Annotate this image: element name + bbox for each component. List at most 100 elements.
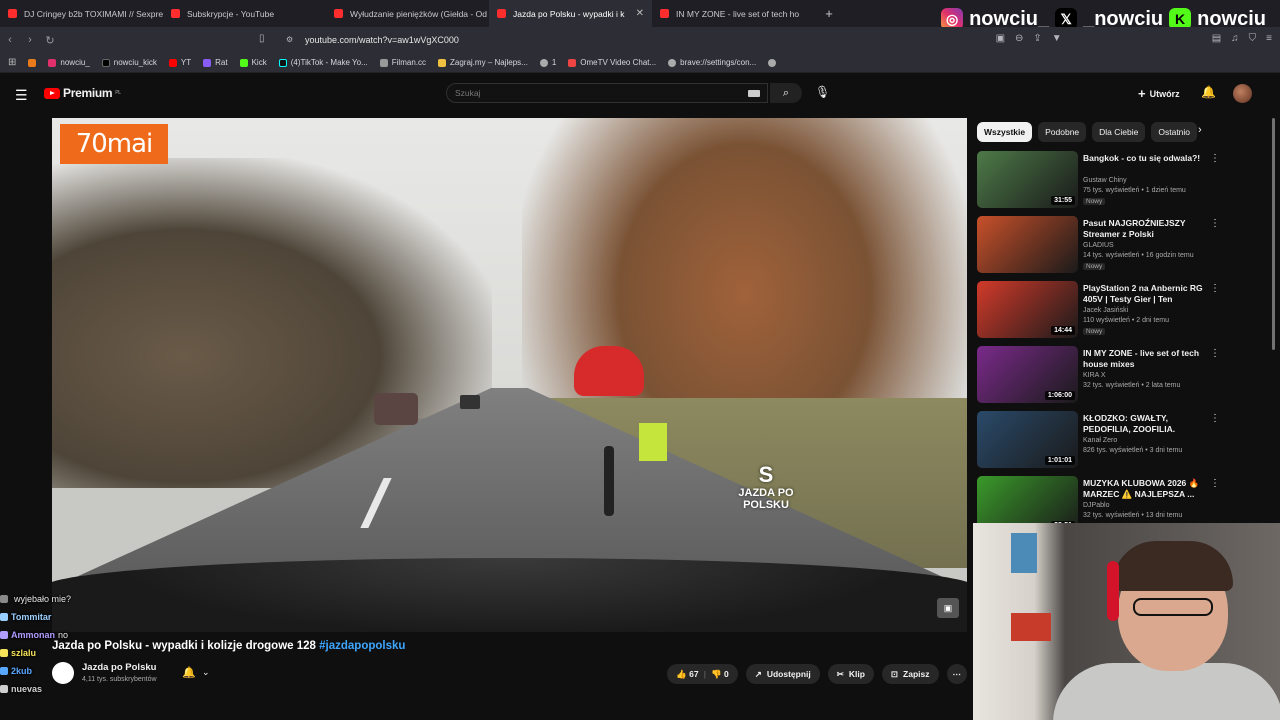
recommendation-channel[interactable]: GLADIUS xyxy=(1083,242,1114,249)
bookmark-label: OmeTV Video Chat... xyxy=(580,58,657,67)
close-tab-icon[interactable]: ✕ xyxy=(636,8,644,19)
bookmark-item[interactable]: nowciu_kick xyxy=(101,58,157,67)
more-options-icon[interactable]: ⋮ xyxy=(1210,413,1220,424)
chat-username[interactable]: Tommitar xyxy=(11,612,51,622)
bookmark-item[interactable] xyxy=(768,58,777,67)
bookmark-item[interactable]: Kick xyxy=(239,58,267,67)
share-button[interactable]: ↗ Udostępnij xyxy=(745,664,820,684)
recommendation-channel[interactable]: Gustaw Chiny xyxy=(1083,177,1127,184)
browser-tab[interactable]: DJ Cringey b2b TOXIMAMI // Sexpre xyxy=(0,0,163,27)
bookmark-icon[interactable]: ▯ xyxy=(259,33,265,44)
bookmark-item[interactable]: Rat xyxy=(203,58,228,67)
bookmark-item[interactable] xyxy=(28,58,37,67)
more-options-icon[interactable]: ⋮ xyxy=(1210,348,1220,359)
video-hashtag[interactable]: #jazdapopolsku xyxy=(319,640,405,652)
toolbar-icons: ▣ ⊖ ⇪ ▼ ▤ ♫ ⛉ ≡ xyxy=(996,33,1272,44)
chip-recent[interactable]: Ostatnio xyxy=(1151,122,1198,142)
youtube-logo[interactable]: Premium PL xyxy=(44,86,121,100)
chip-for-you[interactable]: Dla Ciebie xyxy=(1092,122,1146,142)
bookmark-item[interactable]: (4)TikTok - Make Yo... xyxy=(278,58,368,67)
recommendation-title[interactable]: IN MY ZONE - live set of tech house mixe… xyxy=(1083,348,1207,370)
recommendation-title[interactable]: Bangkok - co tu się odwala?! xyxy=(1083,153,1207,164)
chat-username[interactable]: Ammonan xyxy=(11,630,55,640)
recommendation-channel[interactable]: DJPablo xyxy=(1083,502,1109,509)
browser-tab-active[interactable]: Jazda po Polsku - wypadki i k ✕ xyxy=(489,0,652,27)
microphone-icon[interactable]: 🎙 xyxy=(815,85,830,99)
browser-tab[interactable]: Subskrypcje - YouTube xyxy=(163,0,326,27)
recommendation-item[interactable]: 14:44 PlayStation 2 na Anbernic RG 405V … xyxy=(977,279,1222,344)
bookmark-item[interactable]: YT xyxy=(168,58,191,67)
more-options-icon[interactable]: ⋮ xyxy=(1210,478,1220,489)
recommendation-item[interactable]: 1:01:01 KŁODZKO: GWAŁTY, PEDOFILIA, ZOOF… xyxy=(977,409,1222,474)
recommendation-thumbnail[interactable]: 1:06:00 xyxy=(977,346,1078,403)
dislike-button[interactable]: 👎 0 xyxy=(711,669,729,680)
recommendation-item[interactable]: 1:06:00 IN MY ZONE - live set of tech ho… xyxy=(977,344,1222,409)
webcam-overlay xyxy=(973,523,1280,720)
chevron-right-icon[interactable]: › xyxy=(1198,124,1202,136)
chat-username[interactable]: 2kub xyxy=(11,666,32,676)
video-player[interactable]: 70mai S JAZDA PO POLSKU ▣ xyxy=(52,118,967,632)
bookmark-item[interactable]: nowciu_ xyxy=(48,58,90,67)
browser-tab[interactable]: Wyłudzanie pieniężków (Giełda - Od xyxy=(326,0,489,27)
bookmark-item[interactable]: 1 xyxy=(539,58,556,67)
recommendation-title[interactable]: KŁODZKO: GWAŁTY, PEDOFILIA, ZOOFILIA. WS… xyxy=(1083,413,1207,436)
chip-all[interactable]: Wszystkie xyxy=(977,122,1033,142)
chat-username[interactable]: szlalu xyxy=(11,648,36,658)
like-button[interactable]: 👍 67 xyxy=(676,669,698,680)
chat-username[interactable]: nuevas xyxy=(11,684,42,694)
more-options-icon[interactable]: ⋮ xyxy=(1210,283,1220,294)
apps-grid-icon[interactable]: ⊞ xyxy=(8,57,16,68)
reload-icon[interactable]: ↻ xyxy=(40,34,60,47)
subscription-bell-icon[interactable]: 🔔 xyxy=(182,666,196,679)
keyboard-icon[interactable] xyxy=(748,90,760,97)
recommendation-channel[interactable]: KIRA X xyxy=(1083,372,1106,379)
wallet-icon[interactable]: ▤ xyxy=(1212,33,1221,44)
share-icon[interactable]: ⇪ xyxy=(1033,33,1041,44)
chevron-down-icon[interactable]: ⌄ xyxy=(202,667,210,678)
scrollbar[interactable] xyxy=(1272,118,1275,350)
forward-icon[interactable]: › xyxy=(20,34,40,46)
brave-shield-icon[interactable]: ▼ xyxy=(1052,33,1062,44)
url-field[interactable]: youtube.com/watch?v=aw1wVgXC000 xyxy=(305,35,459,45)
create-button[interactable]: + Utwórz xyxy=(1138,86,1180,101)
zoom-icon[interactable]: ⊖ xyxy=(1015,33,1023,44)
recommendation-channel[interactable]: Kanał Zero xyxy=(1083,437,1117,444)
more-options-icon[interactable]: ⋮ xyxy=(1210,218,1220,229)
save-button[interactable]: ⊡ Zapisz xyxy=(881,664,939,684)
menu-icon[interactable]: ≡ xyxy=(1266,33,1272,44)
shield-icon[interactable]: ⛉ xyxy=(1249,33,1257,44)
recommendation-thumbnail[interactable]: 1:01:01 xyxy=(977,411,1078,468)
recommendation-thumbnail[interactable]: 31:55 xyxy=(977,151,1078,208)
site-info-icon[interactable]: ⚙ xyxy=(286,35,293,44)
recommendation-channel[interactable]: Jacek Jasiński xyxy=(1083,307,1128,314)
bookmark-item[interactable]: brave://settings/con... xyxy=(668,58,756,67)
new-tab-button[interactable]: + xyxy=(815,6,843,21)
back-icon[interactable]: ‹ xyxy=(0,34,20,46)
recommendation-title[interactable]: MUZYKA KLUBOWA 2026 🔥 MARZEC ⚠️ NAJLEPSZ… xyxy=(1083,478,1207,500)
recommendation-item[interactable]: 31:55 Bangkok - co tu się odwala?! Gusta… xyxy=(977,149,1222,214)
channel-branding-icon[interactable]: ▣ xyxy=(937,598,959,618)
recommendation-thumbnail[interactable]: 14:44 xyxy=(977,281,1078,338)
like-dislike-group: 👍 67 | 👎 0 xyxy=(667,664,738,684)
bookmark-item[interactable]: Filman.cc xyxy=(379,58,426,67)
notifications-bell-icon[interactable]: 🔔 xyxy=(1201,85,1216,99)
music-icon[interactable]: ♫ xyxy=(1231,33,1239,44)
more-options-icon[interactable]: ⋮ xyxy=(1210,153,1220,164)
recommendation-thumbnail[interactable] xyxy=(977,216,1078,273)
clip-button[interactable]: ✂ Klip xyxy=(827,664,874,684)
more-actions-button[interactable]: ⋯ xyxy=(946,664,967,684)
logo-label: Premium xyxy=(63,86,113,100)
bookmark-item[interactable]: OmeTV Video Chat... xyxy=(568,58,656,67)
browser-tab[interactable]: IN MY ZONE - live set of tech ho xyxy=(652,0,815,27)
extension-icon[interactable]: ▣ xyxy=(996,33,1005,44)
recommendation-title[interactable]: PlayStation 2 na Anbernic RG 405V | Test… xyxy=(1083,283,1207,306)
chat-badge-icon xyxy=(0,649,8,657)
search-input[interactable]: Szukaj xyxy=(446,83,768,103)
recommendation-title[interactable]: Pasut NAJGROŹNIEJSZY Streamer z Polski xyxy=(1083,218,1207,240)
hamburger-menu-icon[interactable]: ☰ xyxy=(15,87,28,104)
chip-related[interactable]: Podobne xyxy=(1038,122,1087,142)
recommendation-item[interactable]: Pasut NAJGROŹNIEJSZY Streamer z Polski G… xyxy=(977,214,1222,279)
avatar[interactable] xyxy=(1233,84,1252,103)
bookmark-item[interactable]: Zagraj.my – Najleps... xyxy=(438,58,528,67)
search-button[interactable]: ⌕ xyxy=(770,83,802,103)
